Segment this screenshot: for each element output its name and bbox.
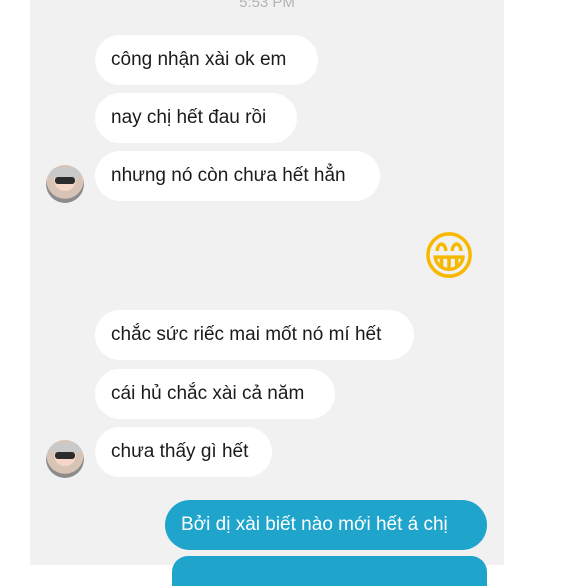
contact-avatar[interactable] bbox=[46, 165, 84, 203]
outgoing-message-partial[interactable] bbox=[172, 556, 487, 586]
contact-avatar[interactable] bbox=[46, 440, 84, 478]
chat-thread: 5:53 PM công nhận xài ok em nay chị hết … bbox=[30, 0, 504, 586]
incoming-message[interactable]: chưa thấy gì hết bbox=[95, 427, 272, 477]
incoming-message[interactable]: chắc sức riếc mai mốt nó mí hết bbox=[95, 310, 414, 360]
incoming-message[interactable]: công nhận xài ok em bbox=[95, 35, 318, 85]
outgoing-message[interactable]: Bởi dị xài biết nào mới hết á chị bbox=[165, 500, 487, 550]
grinning-face-emoji-icon[interactable]: 😁 bbox=[420, 228, 478, 286]
message-timestamp: 5:53 PM bbox=[239, 0, 295, 11]
avatar-sunglasses bbox=[55, 177, 75, 184]
incoming-message[interactable]: nhưng nó còn chưa hết hẳn bbox=[95, 151, 380, 201]
incoming-message[interactable]: cái hủ chắc xài cả năm bbox=[95, 369, 335, 419]
avatar-sunglasses bbox=[55, 452, 75, 459]
incoming-message[interactable]: nay chị hết đau rồi bbox=[95, 93, 297, 143]
